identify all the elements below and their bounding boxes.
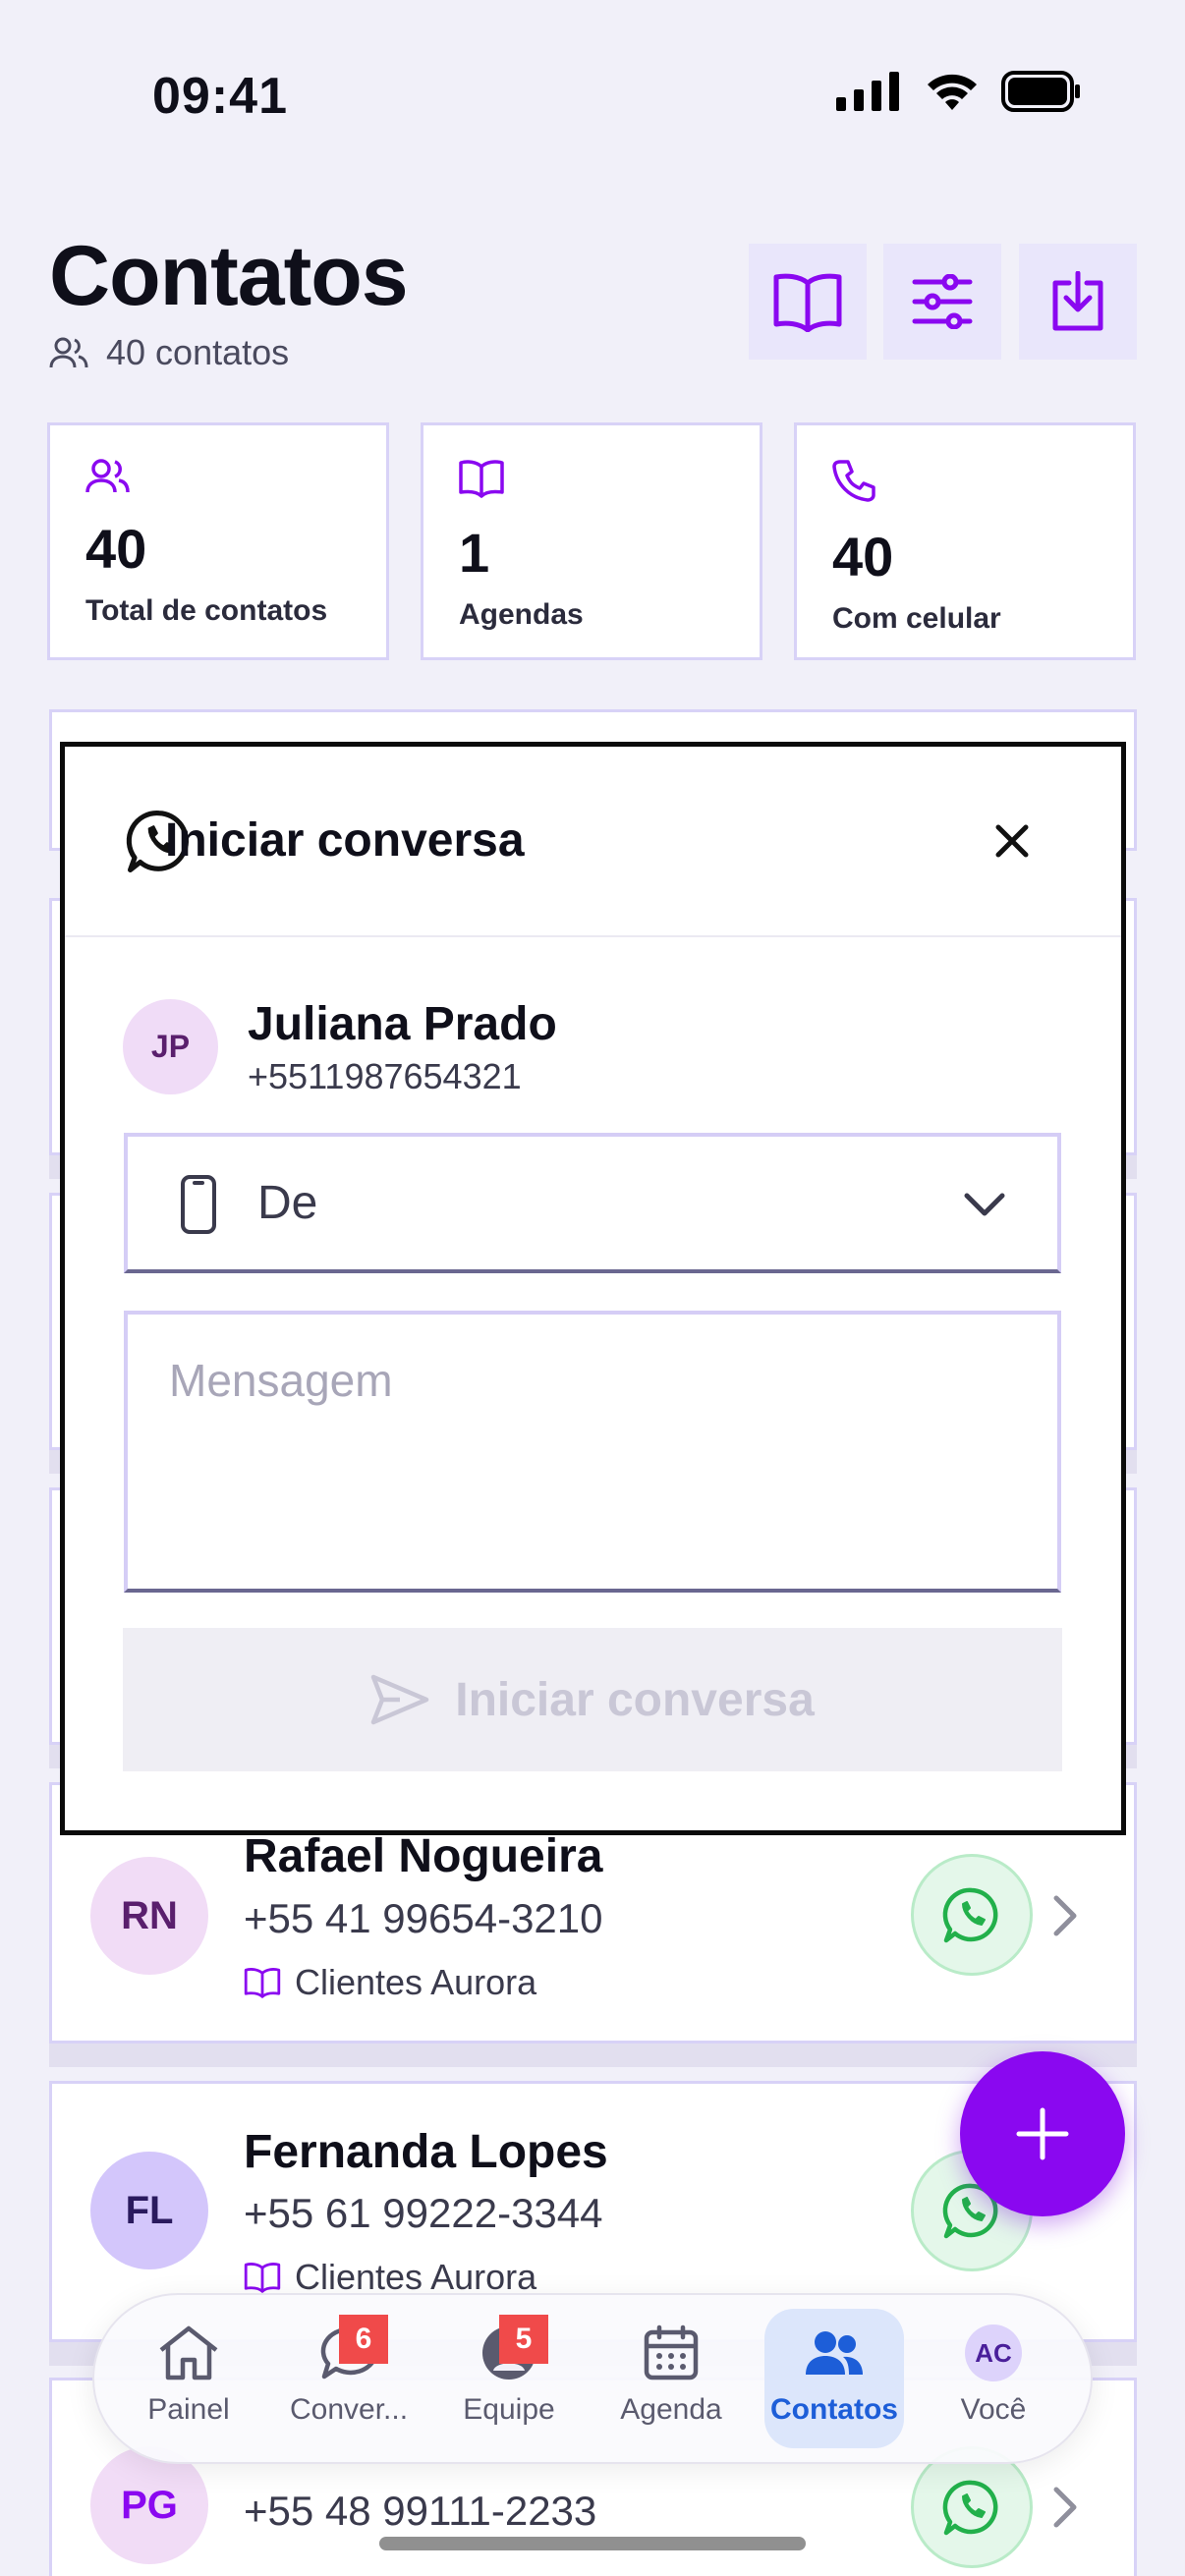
tab-agenda[interactable]: Agenda xyxy=(597,2309,745,2448)
avatar: FL xyxy=(90,2152,208,2269)
from-select-label: De xyxy=(257,1177,318,1229)
home-indicator xyxy=(379,2537,806,2550)
modal-contact-name: Juliana Prado xyxy=(248,998,557,1050)
stat-card-agendas: 1 Agendas xyxy=(421,422,762,660)
contact-phone: +55 41 99654-3210 xyxy=(244,1895,603,1941)
modal-contact-phone: +5511987654321 xyxy=(248,1056,522,1096)
phone-icon xyxy=(832,460,875,502)
agendas-button[interactable] xyxy=(749,244,867,360)
contacts-icon xyxy=(806,2331,863,2375)
battery-icon xyxy=(1001,71,1080,112)
stat-label: Total de contatos xyxy=(85,594,328,627)
contact-phone: +55 48 99111-2233 xyxy=(244,2488,597,2534)
status-time: 09:41 xyxy=(152,68,288,125)
page-title: Contatos xyxy=(49,229,409,323)
stat-card-total: 40 Total de contatos xyxy=(47,422,389,660)
whatsapp-button[interactable] xyxy=(911,1854,1033,1976)
unread-badge: 6 xyxy=(339,2315,388,2364)
tab-label: Agenda xyxy=(620,2393,722,2426)
home-icon xyxy=(159,2325,218,2380)
modal-divider xyxy=(65,935,1121,937)
whatsapp-button[interactable] xyxy=(911,2446,1033,2568)
book-icon xyxy=(459,460,504,498)
plus-icon xyxy=(1016,2107,1069,2160)
stat-value: 40 xyxy=(85,518,147,580)
contact-agenda-label: Clientes Aurora xyxy=(295,2257,537,2297)
wifi-icon xyxy=(928,74,977,110)
tab-equipe[interactable]: Equipe 5 xyxy=(435,2309,583,2448)
status-icons xyxy=(836,71,1082,112)
contact-agenda: Clientes Aurora xyxy=(244,2257,536,2298)
users-icon xyxy=(85,459,130,493)
modal-title: Iniciar conversa xyxy=(165,814,525,867)
stat-label: Com celular xyxy=(832,602,1001,635)
filters-button[interactable] xyxy=(883,244,1001,360)
contact-count: 40 contatos xyxy=(49,332,289,373)
stat-card-celular: 40 Com celular xyxy=(794,422,1136,660)
contact-count-label: 40 contatos xyxy=(106,332,290,372)
book-icon xyxy=(244,1968,281,1998)
contact-agenda: Clientes Aurora xyxy=(244,1962,536,2003)
close-icon[interactable] xyxy=(992,821,1032,861)
download-button[interactable] xyxy=(1019,244,1137,360)
stat-value: 40 xyxy=(832,526,894,588)
tab-voce[interactable]: AC Você xyxy=(920,2309,1067,2448)
message-placeholder: Mensagem xyxy=(169,1355,393,1406)
contact-name: Fernanda Lopes xyxy=(244,2126,608,2178)
tab-contatos[interactable]: Contatos xyxy=(764,2309,904,2448)
chevron-right-icon[interactable] xyxy=(1051,1894,1079,1937)
avatar: JP xyxy=(123,999,218,1094)
tab-painel[interactable]: Painel xyxy=(115,2309,262,2448)
whatsapp-icon xyxy=(942,1887,998,1943)
tab-label: Contatos xyxy=(770,2393,898,2426)
avatar: PG xyxy=(90,2446,208,2564)
list-separator xyxy=(49,2044,1137,2067)
contact-agenda-label: Clientes Aurora xyxy=(295,1962,537,2002)
calendar-icon xyxy=(644,2324,699,2380)
book-icon xyxy=(244,2263,281,2293)
send-icon xyxy=(370,1674,429,1725)
avatar: RN xyxy=(90,1857,208,1975)
tab-label: Você xyxy=(960,2393,1027,2426)
signal-icon xyxy=(836,72,899,111)
add-contact-button[interactable] xyxy=(960,2051,1125,2216)
start-conversation-label: Iniciar conversa xyxy=(455,1673,815,1726)
stat-label: Agendas xyxy=(459,598,584,631)
sliders-icon xyxy=(912,274,973,329)
unread-badge: 5 xyxy=(499,2315,548,2364)
chevron-down-icon[interactable] xyxy=(963,1191,1006,1218)
tab-conversas[interactable]: Conver... 6 xyxy=(275,2309,423,2448)
chevron-right-icon[interactable] xyxy=(1051,2486,1079,2529)
download-icon xyxy=(1052,271,1103,331)
contact-name: Rafael Nogueira xyxy=(244,1830,603,1882)
smartphone-icon xyxy=(181,1175,216,1234)
users-icon xyxy=(49,337,88,368)
start-conversation-button[interactable]: Iniciar conversa xyxy=(123,1628,1062,1771)
avatar: AC xyxy=(965,2324,1022,2381)
stat-value: 1 xyxy=(459,522,490,584)
tab-label: Conver... xyxy=(289,2393,409,2426)
contact-phone: +55 61 99222-3344 xyxy=(244,2190,603,2236)
tab-label: Equipe xyxy=(463,2393,555,2426)
whatsapp-icon xyxy=(942,2480,998,2536)
tab-label: Painel xyxy=(147,2393,230,2426)
book-icon xyxy=(773,273,842,332)
